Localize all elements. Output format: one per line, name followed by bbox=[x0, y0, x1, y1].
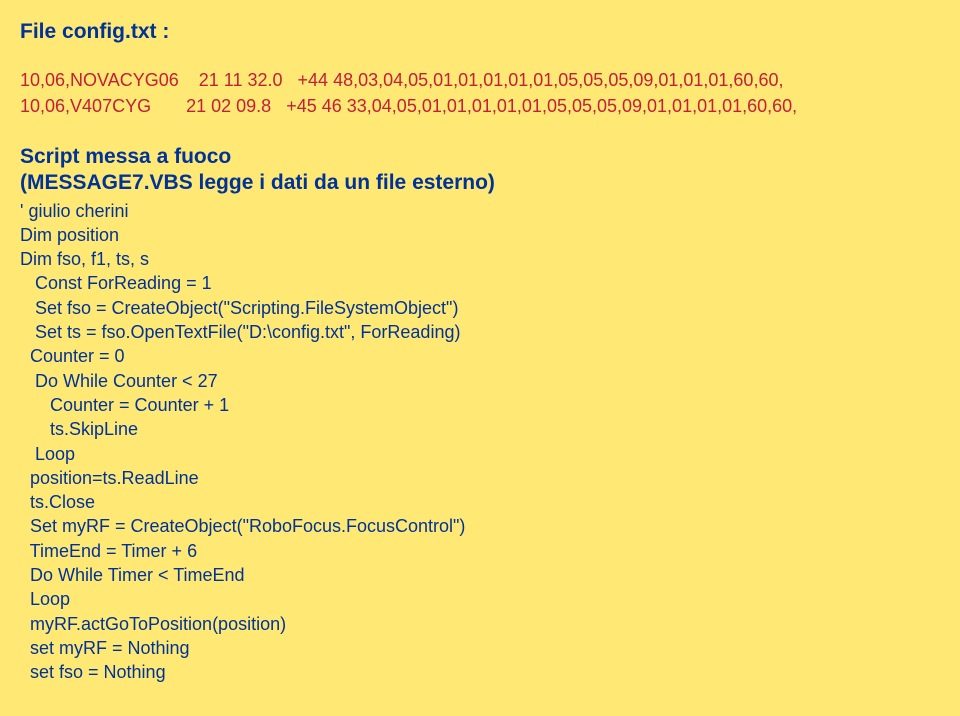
code-line: Dim position bbox=[20, 223, 940, 247]
data-lines-block: 10,06,NOVACYG06 21 11 32.0 +44 48,03,04,… bbox=[20, 68, 940, 119]
data-line-2-col1: 10,06,V407CYG bbox=[20, 94, 151, 118]
subtitle-block: Script messa a fuoco (MESSAGE7.VBS legge… bbox=[20, 145, 940, 195]
code-line: Loop bbox=[20, 587, 940, 611]
data-line-1-col1: 10,06,NOVACYG06 bbox=[20, 68, 179, 92]
code-line: ts.SkipLine bbox=[20, 417, 940, 441]
code-line: Const ForReading = 1 bbox=[20, 271, 940, 295]
code-line: position=ts.ReadLine bbox=[20, 466, 940, 490]
code-line: Set myRF = CreateObject("RoboFocus.Focus… bbox=[20, 514, 940, 538]
code-line: Dim fso, f1, ts, s bbox=[20, 247, 940, 271]
data-line-2-col2: 21 02 09.8 bbox=[186, 94, 271, 118]
code-line: Counter = 0 bbox=[20, 344, 940, 368]
subtitle-line2: (MESSAGE7.VBS legge i dati da un file es… bbox=[20, 171, 940, 195]
code-line: set fso = Nothing bbox=[20, 660, 940, 684]
code-line: Set ts = fso.OpenTextFile("D:\config.txt… bbox=[20, 320, 940, 344]
code-line: TimeEnd = Timer + 6 bbox=[20, 539, 940, 563]
data-spacer bbox=[283, 68, 298, 92]
code-line: Do While Timer < TimeEnd bbox=[20, 563, 940, 587]
code-line: Do While Counter < 27 bbox=[20, 369, 940, 393]
data-line-1-col2: 21 11 32.0 bbox=[199, 68, 283, 92]
code-line: ' giulio cherini bbox=[20, 199, 940, 223]
data-spacer bbox=[271, 94, 286, 118]
code-line: Set fso = CreateObject("Scripting.FileSy… bbox=[20, 296, 940, 320]
data-spacer bbox=[179, 68, 199, 92]
data-line-1: 10,06,NOVACYG06 21 11 32.0 +44 48,03,04,… bbox=[20, 68, 940, 92]
data-spacer bbox=[151, 94, 186, 118]
data-line-1-col3: +44 48,03,04,05,01,01,01,01,01,05,05,05,… bbox=[298, 68, 784, 92]
data-line-2-col3: +45 46 33,04,05,01,01,01,01,01,05,05,05,… bbox=[286, 94, 797, 118]
code-line: Counter = Counter + 1 bbox=[20, 393, 940, 417]
page-title: File config.txt : bbox=[20, 20, 940, 44]
code-line: myRF.actGoToPosition(position) bbox=[20, 612, 940, 636]
subtitle-line1: Script messa a fuoco bbox=[20, 145, 940, 169]
code-line: set myRF = Nothing bbox=[20, 636, 940, 660]
code-line: ts.Close bbox=[20, 490, 940, 514]
code-block: ' giulio cherini Dim position Dim fso, f… bbox=[20, 199, 940, 685]
data-line-2: 10,06,V407CYG 21 02 09.8 +45 46 33,04,05… bbox=[20, 94, 940, 118]
code-line: Loop bbox=[20, 442, 940, 466]
